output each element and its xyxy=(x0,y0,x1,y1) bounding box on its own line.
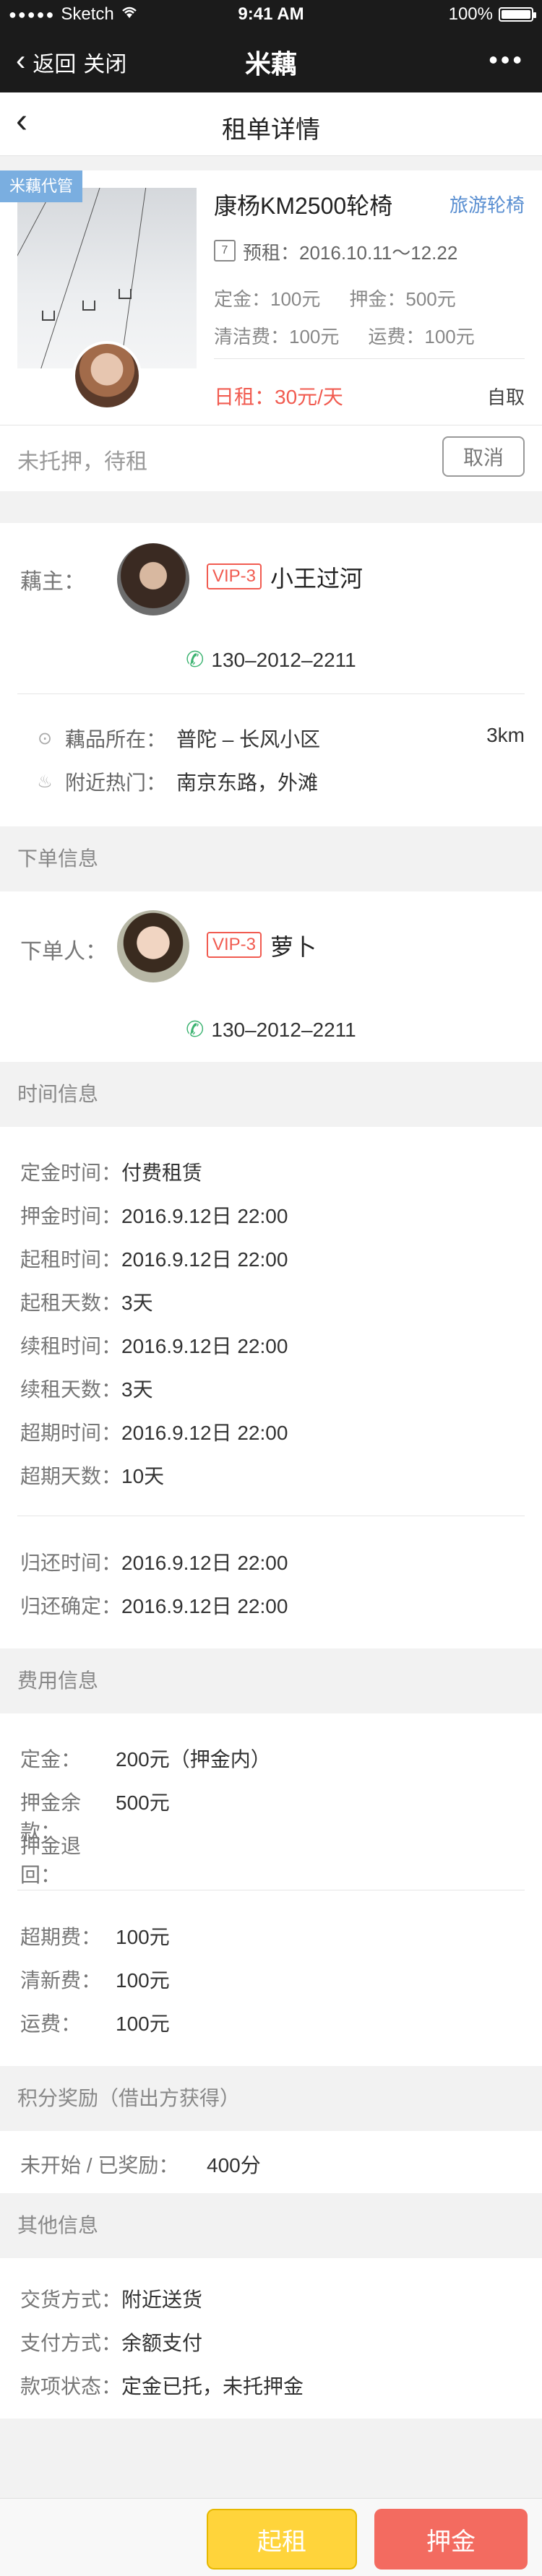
bottom-action-bar: 起租 押金 xyxy=(0,2498,542,2576)
phone-icon: ✆ xyxy=(186,1018,205,1042)
points-panel: 未开始 / 已奖励： 400分 xyxy=(0,2131,542,2193)
info-row: 清新费： 100元 xyxy=(20,1969,170,1992)
owner-name[interactable]: 小王过河 xyxy=(270,561,363,594)
phone-icon: ✆ xyxy=(186,648,205,672)
divider xyxy=(214,358,525,359)
pickup-method: 自取 xyxy=(486,386,525,408)
location-pin-icon: ⊙ xyxy=(37,728,53,748)
battery-icon xyxy=(499,7,536,22)
orderer-name[interactable]: 萝卜 xyxy=(270,929,317,962)
distance: 3km xyxy=(486,724,525,746)
fee-info-panel: 定金： 200元（押金内） 押金余款： 500元 押金退回： 超期费： 100元 清新… xyxy=(0,1713,542,2066)
section-other-info: 其他信息 xyxy=(0,2193,542,2258)
avatar[interactable] xyxy=(117,910,189,982)
info-row: 超期费： 100元 xyxy=(20,1926,170,1948)
orderer-section: 下单人： VIP-3 萝卜 ✆ 130–2012–2211 xyxy=(0,891,542,1062)
deposit: 押金：500元 xyxy=(349,288,456,310)
calendar-icon: 7 xyxy=(214,240,236,262)
cleaning-fee: 清洁费：100元 xyxy=(214,326,340,347)
info-row: 定金时间： 付费租赁 xyxy=(20,1162,203,1184)
time-info-panel: 定金时间： 付费租赁 押金时间： 2016.9.12日 22:00 起租时间： 201… xyxy=(0,1127,542,1648)
info-row: 归还时间： 2016.9.12日 22:00 xyxy=(20,1552,288,1574)
product-tag[interactable]: 旅游轮椅 xyxy=(449,191,525,217)
info-row: 押金退回： xyxy=(20,1835,82,1886)
flame-icon: ♨ xyxy=(37,771,53,792)
page-title: 租单详情 xyxy=(222,116,320,144)
deposit-button[interactable]: 押金 xyxy=(374,2509,528,2569)
page-header: ‹ 租单详情 xyxy=(0,92,542,156)
proxy-badge: 米藕代管 xyxy=(0,170,82,202)
more-icon[interactable]: ••• xyxy=(489,45,525,75)
owner-section: 藕主： VIP-3 小王过河 ✆ 130–2012–2211 ⊙ 藕品所在： 普陀 … xyxy=(0,523,542,826)
info-row: 运费： 100元 xyxy=(20,2013,170,2035)
orderer-label: 下单人： xyxy=(20,940,107,964)
owner-avatar xyxy=(72,341,142,410)
info-row: 起租天数： 3天 xyxy=(20,1292,153,1314)
info-row: 交货方式： 附近送货 xyxy=(20,2288,203,2311)
shipping-fee: 运费：100元 xyxy=(368,326,475,347)
section-order-info: 下单信息 xyxy=(0,826,542,891)
info-row: 超期时间： 2016.9.12日 22:00 xyxy=(20,1422,288,1444)
info-row: 归还确定： 2016.9.12日 22:00 xyxy=(20,1595,288,1617)
info-row: 款项状态： 定金已托，未托押金 xyxy=(20,2375,304,2398)
vip-badge: VIP-3 xyxy=(207,932,262,958)
orderer-phone[interactable]: ✆ 130–2012–2211 xyxy=(0,1017,542,1042)
cancel-button[interactable]: 取消 xyxy=(442,436,525,477)
rental-period: 预租：2016.10.11～12.22 xyxy=(243,242,458,264)
avatar[interactable] xyxy=(117,543,189,615)
info-row: 续租天数： 3天 xyxy=(20,1378,153,1401)
start-rent-button[interactable]: 起租 xyxy=(207,2509,357,2569)
hot-row: ♨ 附近热门： 南京东路，外滩 xyxy=(35,767,318,796)
nav-bar: ‹ 返回 关闭 米藕 ••• xyxy=(0,29,542,92)
battery-percent: 100% xyxy=(448,4,493,24)
info-row: 起租时间： 2016.9.12日 22:00 xyxy=(20,1248,288,1271)
location-row: ⊙ 藕品所在： 普陀 – 长风小区 xyxy=(35,724,320,753)
owner-phone[interactable]: ✆ 130–2012–2211 xyxy=(0,647,542,673)
section-points: 积分奖励（借出方获得） xyxy=(0,2066,542,2131)
section-fee-info: 费用信息 xyxy=(0,1648,542,1713)
order-status: 未托押，待租 xyxy=(17,450,147,474)
top-bar: ●●●●● Sketch 9:41 AM 100% ‹ 返回 关闭 米藕 ••• xyxy=(0,0,542,92)
other-info-panel: 交货方式： 附近送货 支付方式： 余额支付 款项状态： 定金已托，未托押金 xyxy=(0,2258,542,2419)
info-row: 押金时间： 2016.9.12日 22:00 xyxy=(20,1205,288,1227)
daily-rent: 日租：30元/天 xyxy=(214,386,343,408)
divider xyxy=(17,693,525,694)
vip-badge: VIP-3 xyxy=(207,563,262,589)
product-title: 康杨KM2500轮椅 xyxy=(214,193,393,219)
info-row: 超期天数： 10天 xyxy=(20,1465,165,1487)
info-row: 定金： 200元（押金内） xyxy=(20,1748,271,1771)
section-time-info: 时间信息 xyxy=(0,1062,542,1127)
info-row: 未开始 / 已奖励： 400分 xyxy=(20,2154,261,2177)
app-title: 米藕 xyxy=(244,49,297,79)
owner-label: 藕主： xyxy=(20,570,85,594)
info-row: 续租时间： 2016.9.12日 22:00 xyxy=(20,1335,288,1357)
status-bar: ●●●●● Sketch 9:41 AM 100% xyxy=(0,0,542,29)
order-card[interactable]: 米藕代管 康杨KM2500轮椅 旅游轮椅 7 预租：2016.10.11～12.… xyxy=(0,170,542,491)
info-row: 支付方式： 余额支付 xyxy=(20,2332,203,2354)
deposit-fixed: 定金：100元 xyxy=(214,288,321,310)
